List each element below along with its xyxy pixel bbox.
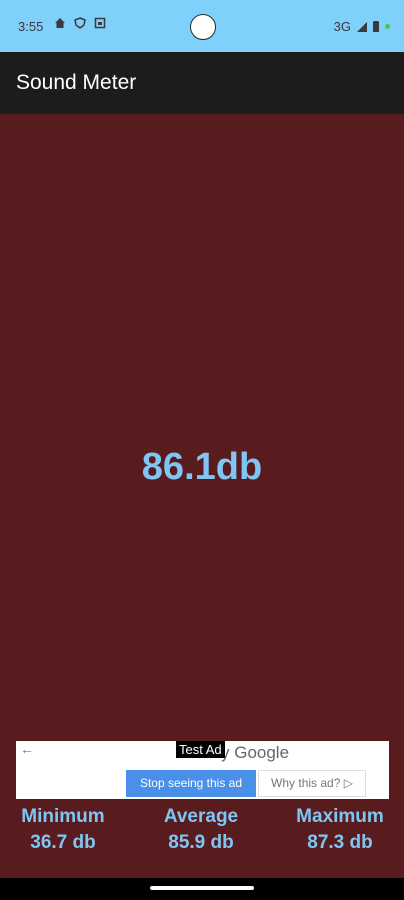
- app-bar: Sound Meter: [0, 52, 404, 114]
- stat-minimum-value: 36.7 db: [30, 832, 96, 853]
- status-time: 3:55: [18, 19, 44, 34]
- test-ad-label: Test Ad: [176, 741, 225, 758]
- camera-cutout: [190, 14, 216, 40]
- status-bar: 3:55 3G: [0, 0, 404, 52]
- app-title: Sound Meter: [16, 71, 137, 94]
- ad-back-arrow-icon[interactable]: ←: [20, 741, 34, 757]
- app-icon: [94, 17, 106, 29]
- status-icons-left: [54, 17, 106, 29]
- status-icons-right: 3G: [334, 19, 390, 34]
- sound-level-reading: 86.1db: [141, 446, 263, 488]
- stat-minimum: Minimum 36.7 db: [2, 806, 124, 854]
- stat-average: Average 85.9 db: [141, 806, 261, 854]
- stat-maximum-value: 87.3 db: [307, 832, 373, 853]
- stat-average-value: 85.9 db: [168, 832, 234, 853]
- stat-maximum-label: Maximum: [296, 806, 384, 827]
- meter-screen: 86.1db ← y Google Test Ad Stop seeing th…: [0, 114, 404, 878]
- privacy-indicator-icon: [385, 24, 390, 29]
- stat-maximum: Maximum 87.3 db: [278, 806, 402, 854]
- stat-average-label: Average: [163, 806, 239, 827]
- shield-icon: [74, 17, 86, 29]
- stop-seeing-ad-button[interactable]: Stop seeing this ad: [126, 770, 256, 797]
- ad-banner[interactable]: ← y Google Test Ad Stop seeing this ad W…: [16, 741, 389, 799]
- home-indicator[interactable]: [150, 886, 254, 890]
- home-icon: [54, 17, 66, 29]
- battery-icon: [373, 21, 379, 32]
- network-type: 3G: [333, 19, 351, 34]
- signal-icon: [357, 21, 367, 32]
- ad-by-google-text: y Google: [221, 743, 290, 762]
- stat-minimum-label: Minimum: [21, 806, 105, 827]
- why-this-ad-button[interactable]: Why this ad? ▷: [258, 770, 366, 797]
- navigation-bar: [0, 878, 404, 900]
